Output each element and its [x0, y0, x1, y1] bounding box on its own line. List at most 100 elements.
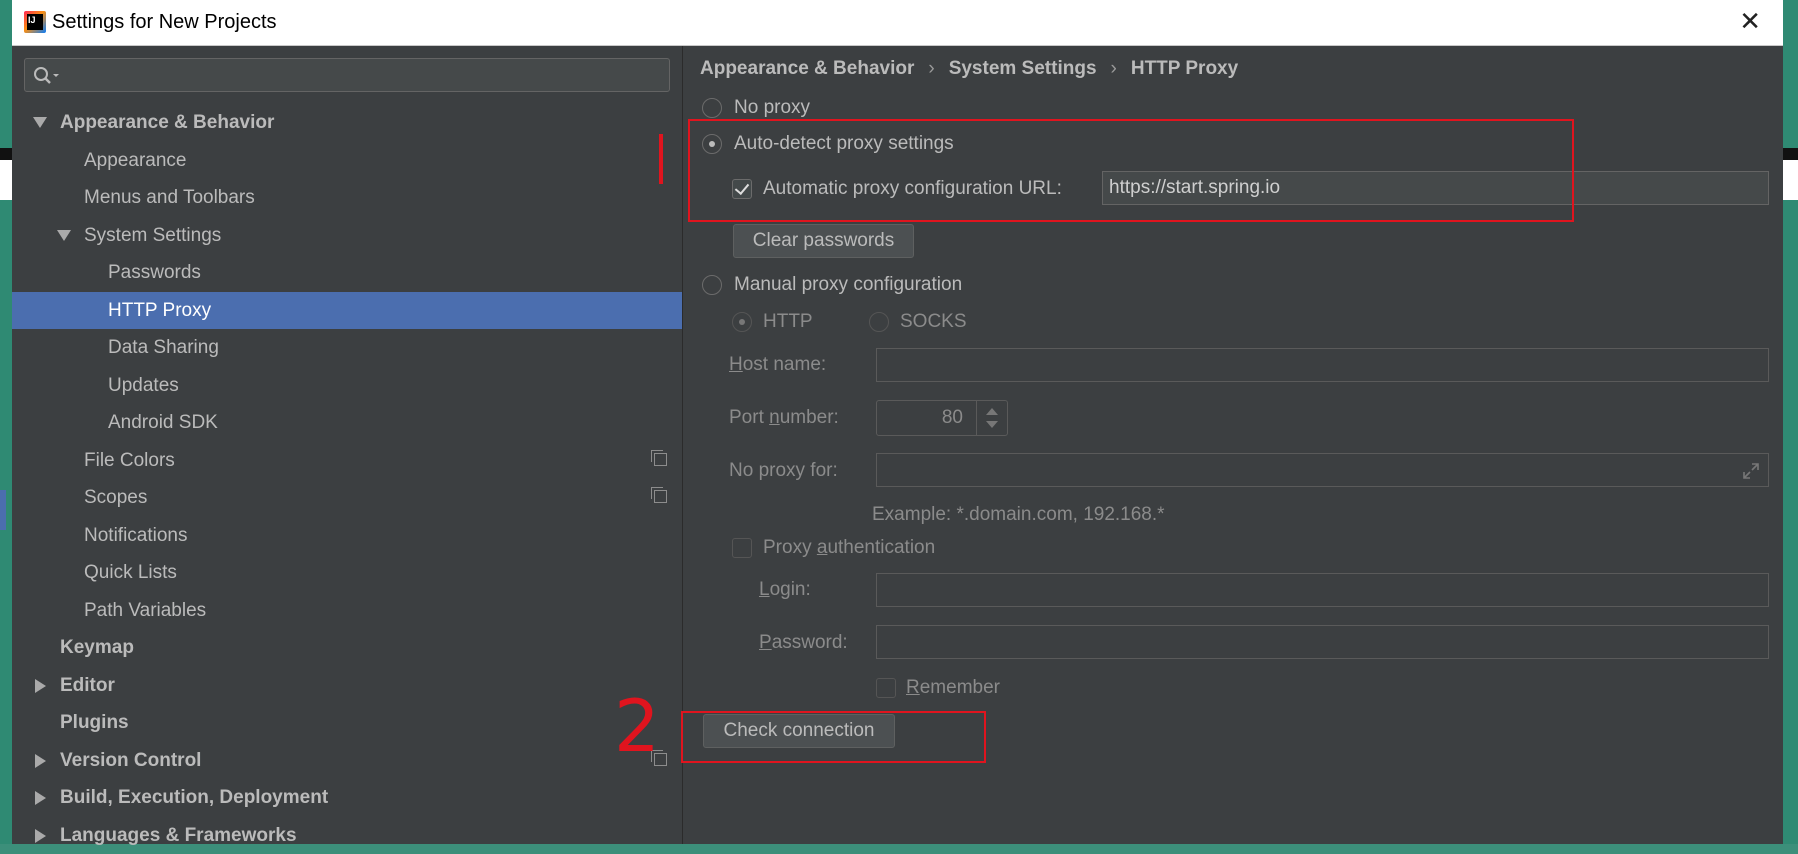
manual-proxy-label: Manual proxy configuration [734, 274, 963, 295]
tree-item-build-execution-deployment[interactable]: Build, Execution, Deployment [12, 779, 682, 816]
tree-item-label: Editor [60, 675, 115, 696]
tree-item-file-colors[interactable]: File Colors [12, 442, 682, 479]
tree-item-android-sdk[interactable]: Android SDK [12, 404, 682, 441]
http-radio[interactable] [732, 312, 752, 332]
tree-item-appearance-behavior[interactable]: Appearance & Behavior [12, 104, 682, 141]
manual-proxy-radio[interactable] [702, 275, 722, 295]
arrow-down-icon [986, 421, 998, 428]
port-number-mnemonic: n [769, 407, 780, 428]
tree-item-label: Appearance [84, 150, 187, 171]
tree-item-label: Android SDK [108, 412, 218, 433]
tree-item-system-settings[interactable]: System Settings [12, 217, 682, 254]
collapsed-triangle-icon [35, 829, 46, 843]
search-icon [34, 67, 59, 84]
tree-item-quick-lists[interactable]: Quick Lists [12, 554, 682, 591]
selection-accent [0, 490, 6, 530]
breadcrumb-http-proxy: HTTP Proxy [1130, 58, 1239, 79]
tree-item-plugins[interactable]: Plugins [12, 704, 682, 741]
tree-item-label: Path Variables [84, 600, 207, 621]
tree-item-label: Version Control [60, 750, 202, 771]
breadcrumb-separator: › [1110, 58, 1117, 79]
window-title: Settings for New Projects [52, 11, 277, 33]
tree-item-label: Data Sharing [108, 337, 219, 358]
background-strip-left [0, 0, 12, 844]
arrow-up-icon [986, 408, 998, 415]
tree-item-label: Languages & Frameworks [60, 825, 297, 846]
breadcrumb-appearance-behavior[interactable]: Appearance & Behavior [700, 58, 914, 79]
clear-passwords-button[interactable]: Clear passwords [733, 224, 914, 258]
expanded-triangle-icon [33, 117, 47, 128]
port-number-stepper[interactable]: 80 [876, 400, 1008, 436]
tree-item-data-sharing[interactable]: Data Sharing [12, 329, 682, 366]
annotation-mark-1 [659, 134, 663, 184]
tree-item-notifications[interactable]: Notifications [12, 517, 682, 554]
no-proxy-radio[interactable] [702, 98, 722, 118]
background-panel-right [1783, 160, 1798, 200]
no-proxy-label: No proxy [734, 97, 811, 118]
intellij-app-icon [24, 11, 46, 33]
tree-item-label: Menus and Toolbars [84, 187, 255, 208]
tree-item-label: Updates [108, 375, 179, 396]
tree-item-appearance[interactable]: Appearance [12, 142, 682, 179]
annotation-box-check-connection [681, 711, 986, 763]
password-input[interactable] [876, 625, 1769, 659]
tree-item-passwords[interactable]: Passwords [12, 254, 682, 291]
tree-item-menus-toolbars[interactable]: Menus and Toolbars [12, 179, 682, 216]
breadcrumb-system-settings[interactable]: System Settings [949, 58, 1097, 79]
remember-mnemonic: R [906, 677, 920, 698]
tree-item-keymap[interactable]: Keymap [12, 629, 682, 666]
port-number-label-text: umber: [779, 407, 839, 428]
close-icon[interactable]: ✕ [1739, 8, 1761, 34]
tree-item-label: Passwords [108, 262, 201, 283]
remember-label: Remember [906, 677, 1000, 699]
breadcrumb: Appearance & Behavior › System Settings › HT… [700, 58, 1238, 80]
tree-item-http-proxy[interactable]: HTTP Proxy [12, 292, 682, 329]
tree-item-editor[interactable]: Editor [12, 667, 682, 704]
http-label: HTTP [763, 311, 813, 332]
login-input[interactable] [876, 573, 1769, 607]
proxy-authentication-label: Proxy authentication [763, 537, 935, 559]
background-panel-left [0, 160, 12, 200]
background-strip-right [1783, 0, 1798, 844]
login-mnemonic: L [759, 579, 770, 600]
tree-item-scopes[interactable]: Scopes [12, 479, 682, 516]
login-label: Login: [759, 579, 811, 601]
title-bar: Settings for New Projects ✕ [12, 0, 1783, 46]
host-name-mnemonic: H [729, 354, 743, 375]
tree-item-label: Scopes [84, 487, 148, 508]
tree-item-label: System Settings [84, 225, 222, 246]
tree-item-label: Appearance & Behavior [60, 112, 275, 133]
search-input[interactable] [24, 58, 670, 92]
settings-dialog: Settings for New Projects ✕ Appearance &… [0, 0, 1783, 846]
port-number-label-pre: Port [729, 407, 770, 428]
host-name-input[interactable] [876, 348, 1769, 382]
copy-icon [651, 487, 667, 503]
password-mnemonic: P [759, 632, 772, 653]
port-stepper-arrows[interactable] [976, 401, 1007, 435]
host-name-label-text: ost name: [742, 354, 827, 375]
socks-radio[interactable] [869, 312, 889, 332]
no-proxy-for-label: No proxy for: [729, 460, 838, 481]
proxy-auth-mnemonic: a [816, 537, 828, 558]
remember-checkbox[interactable] [876, 678, 896, 698]
proxy-authentication-checkbox[interactable] [732, 538, 752, 558]
tree-item-languages-frameworks[interactable]: Languages & Frameworks [12, 817, 682, 854]
tree-item-label: Plugins [60, 712, 129, 733]
tree-item-path-variables[interactable]: Path Variables [12, 592, 682, 629]
host-name-label: Host name: [729, 354, 826, 376]
password-label-text: assword: [771, 632, 848, 653]
expand-icon[interactable] [1742, 462, 1760, 480]
port-number-value: 80 [941, 407, 963, 428]
tree-item-label: HTTP Proxy [108, 300, 212, 321]
tree-item-label: Build, Execution, Deployment [60, 787, 329, 808]
proxy-auth-label-pre: Proxy [763, 537, 817, 558]
tree-item-version-control[interactable]: Version Control [12, 742, 682, 779]
collapsed-triangle-icon [35, 754, 46, 768]
background-bar-left [0, 148, 12, 160]
socks-label: SOCKS [900, 311, 967, 332]
no-proxy-example-text: Example: *.domain.com, 192.168.* [872, 504, 1165, 525]
collapsed-triangle-icon [35, 791, 46, 805]
no-proxy-for-input[interactable] [876, 453, 1769, 487]
tree-item-updates[interactable]: Updates [12, 367, 682, 404]
tree-item-label: Quick Lists [84, 562, 177, 583]
